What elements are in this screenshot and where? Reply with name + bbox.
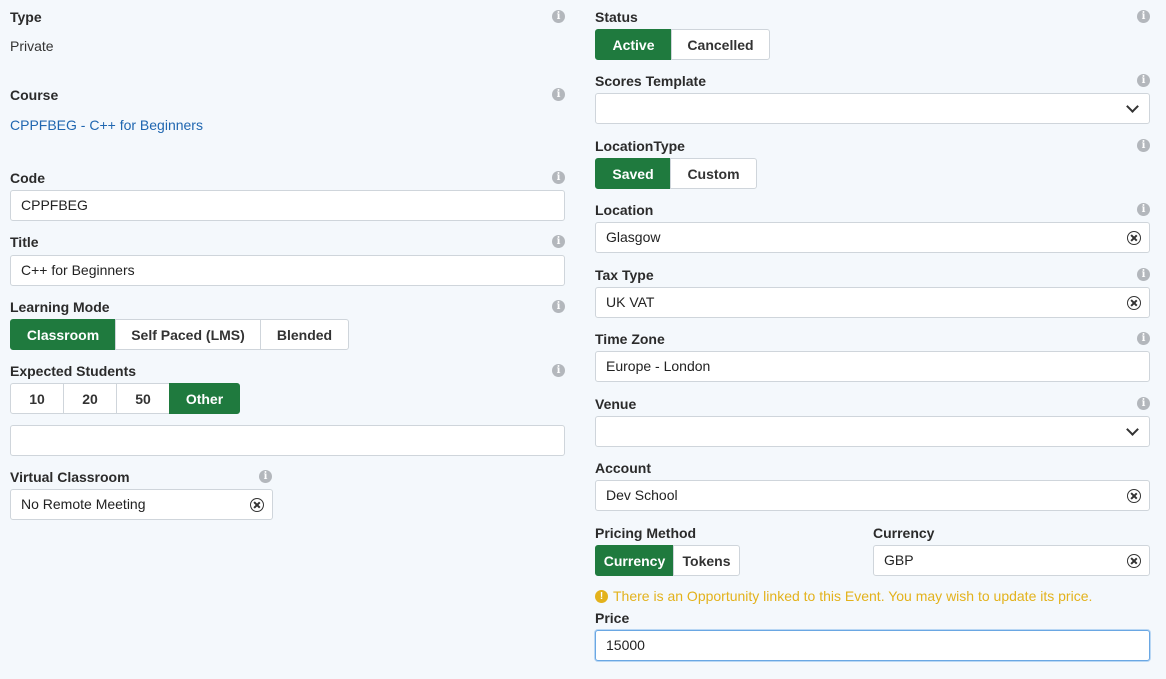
status-button-group: Active Cancelled bbox=[595, 29, 770, 60]
price-input[interactable]: 15000 bbox=[595, 630, 1150, 661]
account-value: Dev School bbox=[606, 487, 678, 503]
active-button[interactable]: Active bbox=[595, 29, 672, 60]
code-input[interactable]: CPPFBEG bbox=[10, 190, 565, 221]
type-value: Private bbox=[10, 38, 54, 54]
info-icon[interactable]: i bbox=[552, 300, 565, 313]
info-icon[interactable]: i bbox=[1137, 203, 1150, 216]
chevron-down-icon[interactable] bbox=[1126, 100, 1139, 113]
warning-text: There is an Opportunity linked to this E… bbox=[613, 588, 1093, 604]
info-icon[interactable]: i bbox=[552, 235, 565, 248]
info-icon[interactable]: i bbox=[552, 171, 565, 184]
info-icon[interactable]: i bbox=[1137, 74, 1150, 87]
self-paced-button[interactable]: Self Paced (LMS) bbox=[115, 319, 261, 350]
info-icon[interactable]: i bbox=[1137, 10, 1150, 23]
title-input[interactable]: C++ for Beginners bbox=[10, 255, 565, 286]
tokens-button[interactable]: Tokens bbox=[673, 545, 740, 576]
currency-value: GBP bbox=[884, 552, 914, 568]
location-label: Location bbox=[595, 202, 654, 218]
students-50-button[interactable]: 50 bbox=[116, 383, 170, 414]
clear-icon[interactable] bbox=[1127, 489, 1141, 503]
venue-select[interactable] bbox=[595, 416, 1150, 447]
tax-type-value: UK VAT bbox=[606, 294, 655, 310]
scores-template-select[interactable] bbox=[595, 93, 1150, 124]
blended-button[interactable]: Blended bbox=[260, 319, 349, 350]
cancelled-button[interactable]: Cancelled bbox=[671, 29, 770, 60]
students-10-button[interactable]: 10 bbox=[10, 383, 64, 414]
scores-template-label: Scores Template bbox=[595, 73, 707, 89]
type-label: Type bbox=[10, 9, 42, 25]
students-other-button[interactable]: Other bbox=[169, 383, 240, 414]
account-label: Account bbox=[595, 460, 651, 476]
status-label: Status bbox=[595, 9, 638, 25]
account-select[interactable]: Dev School bbox=[595, 480, 1150, 511]
course-label: Course bbox=[10, 87, 59, 103]
course-link[interactable]: CPPFBEG - C++ for Beginners bbox=[10, 117, 203, 133]
exclamation-circle-icon: ! bbox=[595, 589, 608, 603]
classroom-button[interactable]: Classroom bbox=[10, 319, 116, 350]
location-select[interactable]: Glasgow bbox=[595, 222, 1150, 253]
learning-mode-label: Learning Mode bbox=[10, 299, 110, 315]
time-zone-input[interactable]: Europe - London bbox=[595, 351, 1150, 382]
expected-students-button-group: 10 20 50 Other bbox=[10, 383, 240, 414]
clear-icon[interactable] bbox=[1127, 296, 1141, 310]
tax-type-label: Tax Type bbox=[595, 267, 654, 283]
location-value: Glasgow bbox=[606, 229, 661, 245]
info-icon[interactable]: i bbox=[552, 10, 565, 23]
virtual-classroom-value: No Remote Meeting bbox=[21, 496, 146, 512]
clear-icon[interactable] bbox=[1127, 554, 1141, 568]
custom-button[interactable]: Custom bbox=[670, 158, 757, 189]
info-icon[interactable]: i bbox=[552, 88, 565, 101]
currency-select[interactable]: GBP bbox=[873, 545, 1150, 576]
code-label: Code bbox=[10, 170, 45, 186]
expected-students-other-input[interactable] bbox=[10, 425, 565, 456]
students-20-button[interactable]: 20 bbox=[63, 383, 117, 414]
pricing-method-button-group: Currency Tokens bbox=[595, 545, 740, 576]
currency-label: Currency bbox=[873, 525, 935, 541]
info-icon[interactable]: i bbox=[1137, 397, 1150, 410]
virtual-classroom-select[interactable]: No Remote Meeting bbox=[10, 489, 273, 520]
location-type-button-group: Saved Custom bbox=[595, 158, 757, 189]
info-icon[interactable]: i bbox=[552, 364, 565, 377]
currency-button[interactable]: Currency bbox=[595, 545, 674, 576]
price-label: Price bbox=[595, 610, 630, 626]
tax-type-select[interactable]: UK VAT bbox=[595, 287, 1150, 318]
title-label: Title bbox=[10, 234, 39, 250]
info-icon[interactable]: i bbox=[1137, 332, 1150, 345]
venue-label: Venue bbox=[595, 396, 637, 412]
time-zone-label: Time Zone bbox=[595, 331, 665, 347]
opportunity-warning: ! There is an Opportunity linked to this… bbox=[595, 588, 1092, 604]
expected-students-label: Expected Students bbox=[10, 363, 137, 379]
info-icon[interactable]: i bbox=[1137, 268, 1150, 281]
learning-mode-button-group: Classroom Self Paced (LMS) Blended bbox=[10, 319, 349, 350]
location-type-label: LocationType bbox=[595, 138, 685, 154]
virtual-classroom-label: Virtual Classroom bbox=[10, 469, 130, 485]
saved-button[interactable]: Saved bbox=[595, 158, 671, 189]
pricing-method-label: Pricing Method bbox=[595, 525, 697, 541]
chevron-down-icon[interactable] bbox=[1126, 423, 1139, 436]
info-icon[interactable]: i bbox=[259, 470, 272, 483]
clear-icon[interactable] bbox=[1127, 231, 1141, 245]
clear-icon[interactable] bbox=[250, 498, 264, 512]
info-icon[interactable]: i bbox=[1137, 139, 1150, 152]
